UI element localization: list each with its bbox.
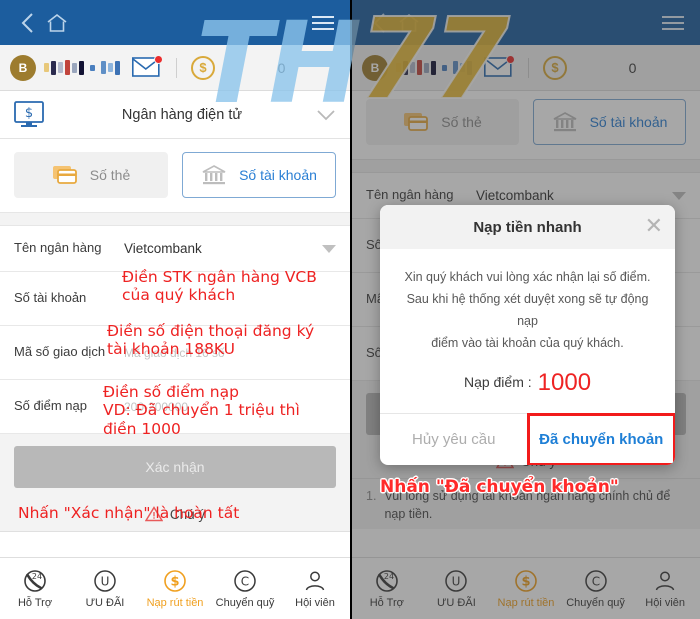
modal-text-line-1: Xin quý khách vui lòng xác nhận lại số đ… xyxy=(404,270,651,284)
field-bank-name-value: Vietcombank xyxy=(124,241,202,256)
account-status-bar: B $ 0 xyxy=(0,45,350,91)
quick-deposit-modal: Nạp tiền nhanh ✕ Xin quý khách vui lòng … xyxy=(380,205,675,465)
tab-so-tai-khoan[interactable]: Số tài khoản xyxy=(182,152,336,198)
method-tabs: Số thẻ Số tài khoản xyxy=(0,139,350,212)
home-icon[interactable] xyxy=(42,8,72,38)
notice-title: Chú ý xyxy=(169,506,206,522)
modal-title: Nạp tiền nhanh xyxy=(473,218,582,236)
tab-so-tai-khoan-label: Số tài khoản xyxy=(239,167,317,183)
field-deposit-points-input[interactable]: 200-200000 xyxy=(124,400,336,414)
nav-item-nap-rut-tien[interactable]: $ Nạp rút tiền xyxy=(140,558,210,619)
modal-header: Nạp tiền nhanh ✕ xyxy=(380,205,675,249)
nav-item-ho-tro[interactable]: 24 Hỗ Trợ xyxy=(0,558,70,619)
divider xyxy=(176,57,177,78)
bottom-navigation-left: 24 Hỗ Trợ U ƯU ĐÃI $ Nạp rút tiền C Chuy… xyxy=(0,557,350,619)
field-transaction-code-input[interactable]: Mã giao dịch 16 số xyxy=(124,346,336,360)
modal-text-line-2: Sau khi hệ thống xét duyệt xong sẽ tự độ… xyxy=(406,291,649,328)
modal-text-line-3: điểm vào tài khoản của quý khách. xyxy=(431,335,624,350)
confirm-button[interactable]: Xác nhận xyxy=(14,446,336,488)
balance-value: 0 xyxy=(277,59,286,76)
notice-header: Chú ý xyxy=(0,496,350,532)
chevron-down-icon[interactable] xyxy=(322,244,336,253)
envelope-icon[interactable] xyxy=(132,54,163,79)
bank-icon xyxy=(201,164,227,186)
dual-phone-screenshot: B $ 0 $ Ngân hàng điện tử Số thẻ Số tài … xyxy=(0,0,700,619)
chevron-down-icon[interactable] xyxy=(316,109,336,121)
nav-label: Nạp rút tiền xyxy=(146,596,204,609)
monitor-dollar-icon: $ xyxy=(14,100,48,129)
modal-cancel-button[interactable]: Hủy yêu cầu xyxy=(380,414,528,465)
field-deposit-points-label: Số điểm nạp xyxy=(14,398,87,414)
svg-text:C: C xyxy=(241,574,249,588)
nav-label: Chuyển quỹ xyxy=(215,596,275,609)
field-bank-name-label: Tên ngân hàng xyxy=(14,240,102,256)
field-transaction-code-label: Mã số giao dịch xyxy=(14,344,106,360)
nav-label: Hỗ Trợ xyxy=(17,596,53,609)
avatar: B xyxy=(10,54,36,81)
field-account-number[interactable]: Số tài khoản xyxy=(0,272,350,326)
dollar-coin-icon: $ xyxy=(191,55,215,80)
app-header-bar xyxy=(0,0,350,45)
username-masked xyxy=(44,60,120,76)
tab-so-the[interactable]: Số thẻ xyxy=(14,152,168,198)
credit-card-icon xyxy=(52,164,78,186)
nav-label: ƯU ĐÃI xyxy=(85,596,125,609)
nav-item-hoi-vien[interactable]: Hội viên xyxy=(280,558,350,619)
page-title: Ngân hàng điện tử xyxy=(121,106,243,123)
right-phone-panel: B $ 0 Số thẻ Số tài khoản Tên ngân hàng … xyxy=(350,0,700,619)
modal-body: Xin quý khách vui lòng xác nhận lại số đ… xyxy=(380,249,675,413)
field-account-number-label: Số tài khoản xyxy=(14,290,87,306)
highlight-outline xyxy=(526,412,675,465)
field-deposit-points[interactable]: Số điểm nạp 200-200000 xyxy=(0,380,350,434)
left-phone-panel: B $ 0 $ Ngân hàng điện tử Số thẻ Số tài … xyxy=(0,0,350,619)
nav-label: Hội viên xyxy=(295,596,335,609)
nav-item-uu-dai[interactable]: U ƯU ĐÃI xyxy=(70,558,140,619)
section-divider xyxy=(0,212,350,226)
field-bank-name[interactable]: Tên ngân hàng Vietcombank xyxy=(0,226,350,272)
field-transaction-code[interactable]: Mã số giao dịch Mã giao dịch 16 số xyxy=(0,326,350,380)
unread-badge xyxy=(154,54,163,64)
modal-points-value: 1000 xyxy=(537,368,592,396)
modal-points-label: Nạp điểm : xyxy=(463,373,532,390)
warning-triangle-icon xyxy=(144,506,163,522)
svg-text:U: U xyxy=(101,574,110,588)
modal-footer: Hủy yêu cầu Đã chuyển khoản xyxy=(380,412,675,465)
section-header-ebanking[interactable]: $ Ngân hàng điện tử xyxy=(0,91,350,139)
nav-item-chuyen-quy[interactable]: C Chuyển quỹ xyxy=(210,558,280,619)
modal-points-row: Nạp điểm : 1000 xyxy=(402,369,653,397)
svg-text:$: $ xyxy=(25,106,33,121)
hamburger-menu-icon[interactable] xyxy=(308,8,338,38)
svg-text:24: 24 xyxy=(32,572,42,581)
chevron-left-icon[interactable] xyxy=(12,8,42,38)
close-x-icon[interactable]: ✕ xyxy=(645,215,663,237)
modal-confirm-button[interactable]: Đã chuyển khoản xyxy=(526,412,675,465)
tab-so-the-label: Số thẻ xyxy=(89,167,131,183)
svg-text:$: $ xyxy=(170,574,179,589)
confirm-button-wrap: Xác nhận xyxy=(0,434,350,496)
